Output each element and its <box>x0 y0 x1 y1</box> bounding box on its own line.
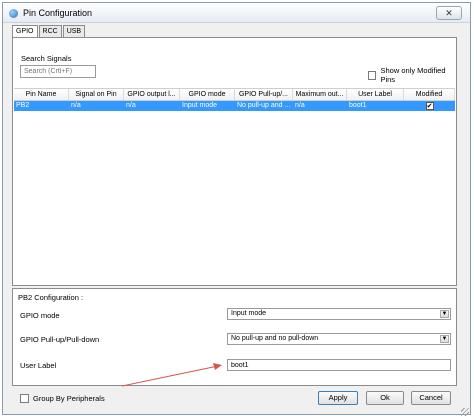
chevron-down-icon[interactable]: ▼ <box>440 335 449 343</box>
column-header-gpio-mode[interactable]: GPIO mode <box>180 89 235 100</box>
group-by-label: Group By Peripherals <box>33 394 105 403</box>
app-icon <box>9 9 18 18</box>
show-modified-label: Show only Modified Pins <box>380 66 446 84</box>
user-label-input[interactable] <box>227 359 451 371</box>
resize-grip-icon[interactable] <box>461 408 469 416</box>
gpio-mode-value: Input mode <box>231 310 267 317</box>
cell-gpio-output: n/a <box>126 102 136 109</box>
chevron-down-icon[interactable]: ▼ <box>440 310 449 318</box>
gpio-mode-dropdown[interactable]: Input mode ▼ <box>227 308 451 320</box>
table-row[interactable]: PB2 n/a n/a Input mode No pull-up and ..… <box>14 101 455 111</box>
apply-button[interactable]: Apply <box>318 391 358 405</box>
gpio-tab-panel: Search Signals Show only Modified Pins P… <box>12 37 457 286</box>
column-header-user-label[interactable]: User Label <box>347 89 404 100</box>
checkmark-icon: ✔ <box>426 103 433 110</box>
cell-pin-name: PB2 <box>16 102 30 109</box>
ok-button[interactable]: Ok <box>366 391 404 405</box>
config-title: PB2 Configuration : <box>18 293 84 302</box>
column-header-gpio-pull[interactable]: GPIO Pull-up/... <box>235 89 293 100</box>
gpio-pull-value: No pull-up and no pull-down <box>231 335 319 342</box>
search-signals-label: Search Signals <box>21 54 72 63</box>
cell-signal: n/a <box>71 102 81 109</box>
user-label-label: User Label <box>20 361 57 370</box>
cancel-button[interactable]: Cancel <box>411 391 451 405</box>
tab-rcc[interactable]: RCC <box>38 25 62 37</box>
gpio-mode-label: GPIO mode <box>20 311 60 320</box>
column-header-pin-name[interactable]: Pin Name <box>14 89 69 100</box>
window-title: Pin Configuration <box>23 8 93 18</box>
user-label-field[interactable] <box>228 360 450 371</box>
cell-max-output: n/a <box>295 102 305 109</box>
gpio-pull-dropdown[interactable]: No pull-up and no pull-down ▼ <box>227 333 451 345</box>
cell-user-label: boot1 <box>349 102 367 109</box>
table-header: Pin Name Signal on Pin GPIO output l... … <box>14 89 455 101</box>
close-button[interactable]: ✕ <box>436 6 462 20</box>
title-bar: Pin Configuration ✕ <box>3 3 470 23</box>
show-modified-checkbox[interactable] <box>368 70 377 80</box>
column-header-gpio-output[interactable]: GPIO output l... <box>124 89 180 100</box>
column-header-max-output[interactable]: Maximum out... <box>293 89 347 100</box>
gpio-pull-label: GPIO Pull-up/Pull-down <box>20 335 100 344</box>
modified-checkbox[interactable]: ✔ <box>425 102 434 110</box>
tab-usb[interactable]: USB <box>62 25 86 37</box>
search-input[interactable] <box>20 65 96 78</box>
cell-modified: ✔ <box>404 101 455 111</box>
column-header-signal[interactable]: Signal on Pin <box>69 89 124 100</box>
search-field[interactable] <box>21 66 95 77</box>
group-by-peripherals-toggle[interactable]: Group By Peripherals <box>20 394 105 403</box>
pin-table: Pin Name Signal on Pin GPIO output l... … <box>14 88 455 284</box>
column-header-modified[interactable]: Modified <box>404 89 455 100</box>
close-icon: ✕ <box>445 8 453 18</box>
pin-config-panel: PB2 Configuration : GPIO mode Input mode… <box>12 288 457 386</box>
show-modified-toggle[interactable]: Show only Modified Pins <box>368 66 456 84</box>
cell-gpio-mode: Input mode <box>182 102 218 109</box>
group-by-checkbox[interactable] <box>20 394 29 403</box>
cell-gpio-pull: No pull-up and ... <box>237 102 291 109</box>
